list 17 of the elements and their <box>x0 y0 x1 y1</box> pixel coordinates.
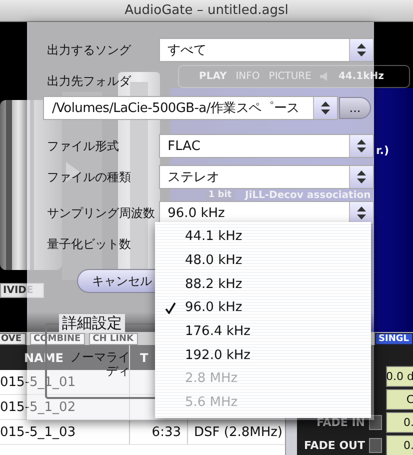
table-cell: 015-5_1_02 <box>0 395 130 419</box>
info-text: JiLL-Decov association <box>245 190 371 201</box>
table-cell-text: DSF (2.8MHz) <box>193 424 284 442</box>
field-label: ファイル形式 <box>46 138 120 154</box>
field-label: 量子化ビット数 <box>46 236 132 252</box>
table-cell: 015-5_1_03 <box>0 420 130 444</box>
table-cell: 6:33 <box>130 420 188 444</box>
info-text: r.) <box>376 143 389 158</box>
field-label: 出力するソング <box>46 42 132 58</box>
group-title: 詳細設定 <box>59 314 125 333</box>
fade-label: FADE OUT <box>304 439 365 452</box>
fade-label: FADE IN <box>316 416 365 429</box>
window-title: AudioGate – untitled.agsl <box>124 3 288 18</box>
field-label: 出力先フォルダ <box>46 72 132 90</box>
field-label: ファイルの種類 <box>46 168 132 186</box>
field-label: サンプリング周波数 <box>46 204 156 222</box>
option-label: ノーマライ <box>70 349 130 366</box>
